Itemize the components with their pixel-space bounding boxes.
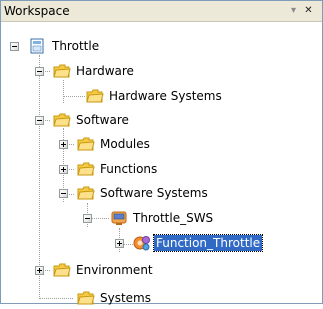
expand-functions-icon[interactable] bbox=[59, 165, 68, 174]
tree-node-modules[interactable]: Modules bbox=[77, 135, 152, 153]
collapse-software-systems-icon[interactable] bbox=[59, 189, 68, 198]
tree-line bbox=[63, 80, 64, 103]
tree-node-label: Software bbox=[76, 113, 129, 127]
expand-environment-icon[interactable] bbox=[35, 266, 44, 275]
tree-node-label: Modules bbox=[100, 137, 150, 151]
tree-node-function-throttle[interactable]: Function_Throttle bbox=[133, 234, 264, 252]
project-icon bbox=[29, 38, 47, 54]
panel-title: Workspace bbox=[4, 4, 70, 18]
collapse-software-icon[interactable] bbox=[35, 116, 44, 125]
tree-line bbox=[39, 55, 40, 299]
tree-node-label: Environment bbox=[76, 263, 153, 277]
tree-line bbox=[63, 96, 85, 97]
tree-node-label: Throttle_SWS bbox=[133, 211, 214, 225]
workspace-tree: Throttle Hardware Hardware Systems Softw… bbox=[1, 22, 322, 305]
tree-line bbox=[39, 298, 73, 299]
folder-icon bbox=[53, 63, 71, 79]
folder-icon bbox=[86, 88, 104, 104]
workspace-panel: Workspace ▾ ✕ Throttle Hardware Hardware… bbox=[0, 0, 323, 305]
folder-icon bbox=[77, 136, 95, 152]
collapse-hardware-icon[interactable] bbox=[35, 67, 44, 76]
collapse-throttle-icon[interactable] bbox=[10, 42, 19, 51]
panel-titlebar: Workspace ▾ ✕ bbox=[1, 1, 322, 22]
folder-icon bbox=[53, 112, 71, 128]
tree-node-throttle[interactable]: Throttle bbox=[29, 37, 101, 55]
function-icon bbox=[133, 235, 151, 251]
folder-icon bbox=[77, 161, 95, 177]
close-icon[interactable]: ✕ bbox=[303, 5, 314, 16]
tree-node-label: Hardware bbox=[76, 64, 134, 78]
tree-node-throttle-sws[interactable]: Throttle_SWS bbox=[110, 209, 215, 227]
dropdown-arrow-icon[interactable]: ▾ bbox=[288, 5, 299, 16]
tree-node-label: Function_Throttle bbox=[152, 234, 264, 252]
software-system-icon bbox=[110, 210, 128, 226]
expand-function-throttle-icon[interactable] bbox=[115, 239, 124, 248]
collapse-throttle-sws-icon[interactable] bbox=[83, 214, 92, 223]
tree-node-software[interactable]: Software bbox=[53, 111, 131, 129]
tree-node-environment[interactable]: Environment bbox=[53, 261, 155, 279]
tree-node-functions[interactable]: Functions bbox=[77, 160, 159, 178]
folder-icon bbox=[53, 262, 71, 278]
tree-node-label: Functions bbox=[100, 162, 158, 176]
tree-node-label: Throttle bbox=[52, 39, 100, 53]
folder-icon bbox=[77, 185, 95, 201]
tree-node-software-systems[interactable]: Software Systems bbox=[77, 184, 210, 202]
tree-node-hardware-systems[interactable]: Hardware Systems bbox=[86, 87, 224, 105]
tree-node-label: Software Systems bbox=[100, 186, 208, 200]
tree-node-hardware[interactable]: Hardware bbox=[53, 62, 136, 80]
tree-node-label: Hardware Systems bbox=[109, 89, 222, 103]
expand-modules-icon[interactable] bbox=[59, 140, 68, 149]
tree-node-systems[interactable]: Systems bbox=[77, 289, 153, 307]
